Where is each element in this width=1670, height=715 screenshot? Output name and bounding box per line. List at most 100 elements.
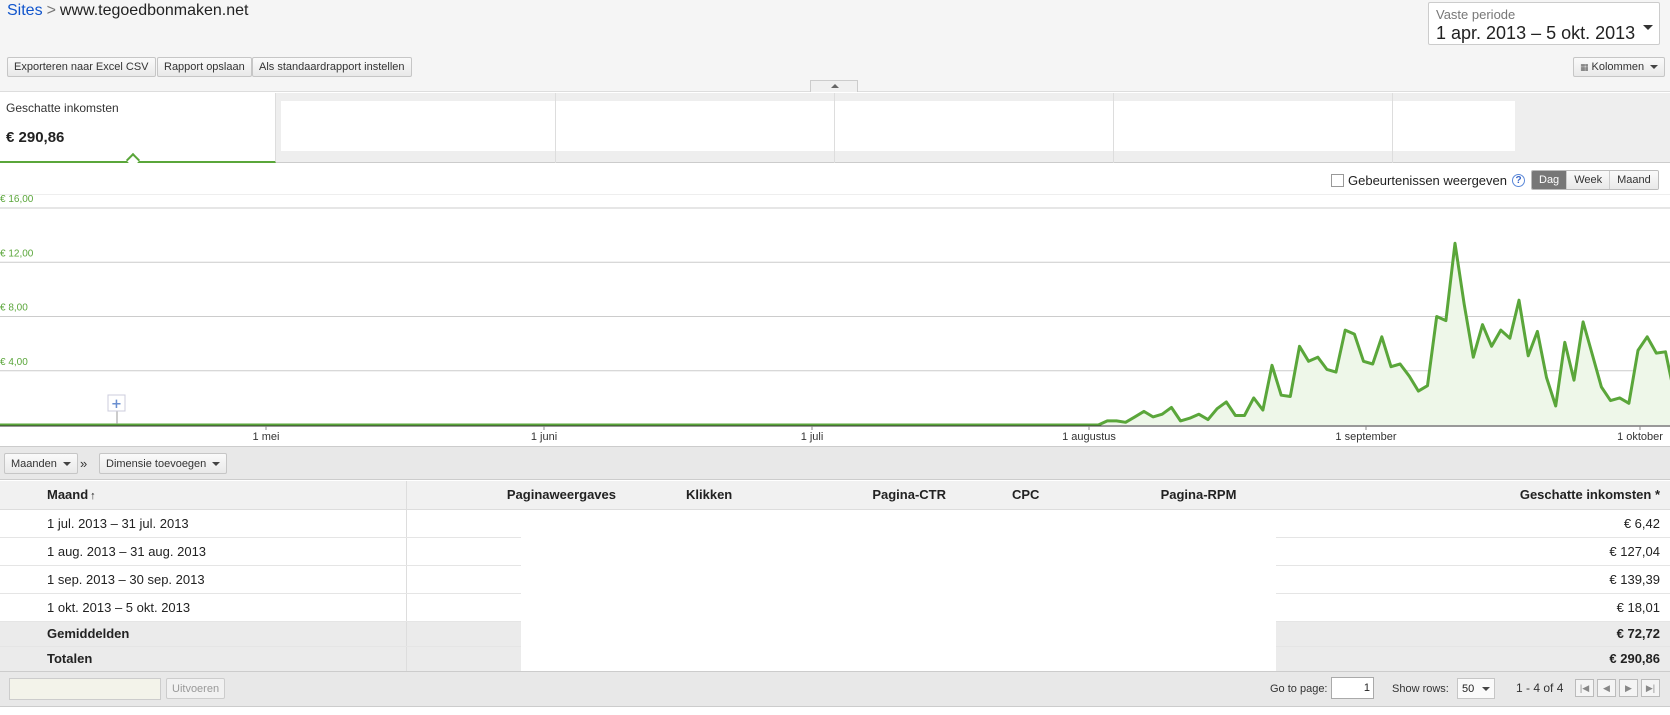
data-point (1161, 413, 1163, 415)
dimension-label: Maanden (11, 457, 57, 470)
columns-button[interactable]: ▦ Kolommen (1573, 57, 1666, 77)
column-header-page-rpm[interactable]: Pagina-RPM (1121, 481, 1276, 510)
granularity-month-button[interactable]: Maand (1609, 171, 1658, 189)
data-point (1244, 415, 1245, 416)
scorecard-estimated-earnings[interactable]: Geschatte inkomsten € 290,86 (0, 93, 276, 168)
caret-down-icon (62, 461, 71, 466)
add-dimension-dropdown[interactable]: Dimensie toevoegen (99, 453, 228, 474)
collapse-toggle[interactable] (810, 80, 858, 92)
data-point (1344, 329, 1346, 331)
column-header-month[interactable]: Maand ↑ (0, 481, 407, 510)
columns-icon: ▦ (1580, 61, 1589, 72)
data-point (1225, 401, 1227, 403)
earnings-chart: € 4,00 € 8,00 € 12,00 € 16,00 +1 mei 1 juni 1 … (0, 194, 1670, 443)
month-cell: 1 aug. 2013 – 31 aug. 2013 (0, 537, 407, 566)
data-point (1299, 345, 1300, 347)
table-header-row: Maand ↑ Paginaweergaves Klikken Pagina-CT… (0, 481, 1670, 510)
data-point (1152, 416, 1154, 418)
table-controls: Maanden » Dimensie toevoegen (0, 446, 1670, 480)
events-toggle[interactable]: Gebeurtenissen weergeven ? (1331, 173, 1525, 188)
chevron-down-icon (1643, 25, 1653, 30)
table-row: 1 jul. 2013 – 31 jul. 2013 € 6,42 (0, 509, 1670, 671)
table-footer: Uitvoeren Go to page: 1 Show rows: 50 1 … (0, 671, 1670, 707)
rows-value: 50 (1462, 682, 1475, 695)
plus-icon: + (111, 397, 122, 412)
report-table: Maand ↑ Paginaweergaves Klikken Pagina-CT… (0, 481, 1670, 672)
data-point (1591, 354, 1593, 355)
raquo-separator: » (80, 456, 88, 471)
prev-page-icon[interactable]: ◀ (1597, 679, 1616, 697)
totals-earnings: € 290,86 (1276, 646, 1670, 672)
table-gap (406, 537, 521, 566)
report-header: Sites > www.tegoedbonmaken.net Vaste perio… (0, 0, 1670, 92)
data-point (1646, 336, 1648, 338)
page-input[interactable]: 1 (1331, 677, 1374, 699)
graph-panel: Gebeurtenissen weergeven ? Dag Week Maan… (0, 164, 1670, 446)
data-point (1518, 299, 1520, 301)
averages-earnings: € 72,72 (1276, 621, 1670, 647)
data-point (1463, 303, 1465, 305)
breadcrumb: Sites > www.tegoedbonmaken.net (7, 2, 249, 20)
data-point (1582, 321, 1584, 323)
data-point (1637, 349, 1639, 351)
next-page-icon[interactable]: ▶ (1619, 679, 1638, 697)
scorecard-divider (1113, 93, 1114, 163)
data-point (1363, 360, 1364, 362)
breadcrumb-site: www.tegoedbonmaken.net (59, 2, 249, 19)
data-point (1408, 375, 1410, 377)
y-tick-label: € 8,00 (0, 303, 28, 314)
column-header-estimated-earnings[interactable]: Geschatte inkomsten * (1276, 481, 1670, 510)
data-point (1262, 409, 1264, 411)
caret-down-icon (212, 461, 221, 466)
data-point (1628, 402, 1630, 404)
table-gap (406, 621, 521, 647)
rows-select[interactable]: 50 (1457, 678, 1496, 699)
data-point (1390, 366, 1392, 368)
data-point (1445, 320, 1447, 322)
data-point (1427, 385, 1428, 387)
help-icon[interactable]: ? (1512, 174, 1525, 187)
export-csv-button[interactable]: Exporteren naar Excel CSV (7, 57, 156, 77)
earnings-cell: € 139,39 (1276, 565, 1670, 594)
goto-page-label: Go to page: (1270, 683, 1328, 695)
events-checkbox[interactable] (1331, 174, 1344, 187)
data-point (1317, 356, 1319, 358)
last-page-icon[interactable]: ▶| (1641, 679, 1660, 697)
series-area (0, 243, 1670, 425)
first-page-icon[interactable]: |◀ (1575, 679, 1594, 697)
date-range-picker[interactable]: Vaste periode 1 apr. 2013 – 5 okt. 2013 (1428, 2, 1660, 45)
sort-arrow-icon: ↑ (90, 490, 96, 503)
granularity-week-button[interactable]: Week (1566, 171, 1610, 189)
data-point (1280, 394, 1282, 396)
breadcrumb-sites-link[interactable]: Sites (7, 2, 43, 19)
data-point (1546, 377, 1547, 378)
earnings-cell: € 18,01 (1276, 593, 1670, 622)
date-range-label: Vaste periode (1436, 7, 1516, 22)
data-point (1372, 363, 1374, 365)
caret-down-icon (1482, 686, 1491, 691)
data-point (1573, 379, 1575, 381)
data-point (1655, 352, 1657, 354)
filter-input[interactable] (9, 678, 161, 700)
data-point (1125, 421, 1127, 423)
column-header-page-ctr[interactable]: Pagina-CTR (781, 481, 1011, 510)
data-point (1600, 386, 1602, 388)
x-tick-label: 1 mei (253, 431, 280, 443)
x-tick-label: 1 juni (531, 431, 557, 443)
x-tick-label: 1 augustus (1062, 431, 1116, 443)
column-header-cpc[interactable]: CPC (1011, 481, 1121, 510)
column-header-pageviews[interactable]: Paginaweergaves (406, 481, 651, 510)
scorecard-divider (834, 93, 835, 163)
data-point (1555, 405, 1557, 407)
data-point (1234, 415, 1236, 416)
granularity-toggle: Dag Week Maand (1531, 170, 1659, 190)
table-gap (406, 593, 521, 622)
data-point (1353, 333, 1355, 335)
save-report-button[interactable]: Rapport opslaan (157, 57, 252, 77)
run-button[interactable]: Uitvoeren (166, 678, 226, 699)
set-default-report-button[interactable]: Als standaardrapport instellen (252, 57, 412, 77)
date-range-value: 1 apr. 2013 – 5 okt. 2013 (1436, 23, 1636, 43)
granularity-day-button[interactable]: Dag (1532, 171, 1567, 189)
dimension-dropdown[interactable]: Maanden (4, 453, 78, 474)
column-header-clicks[interactable]: Klikken (651, 481, 781, 510)
